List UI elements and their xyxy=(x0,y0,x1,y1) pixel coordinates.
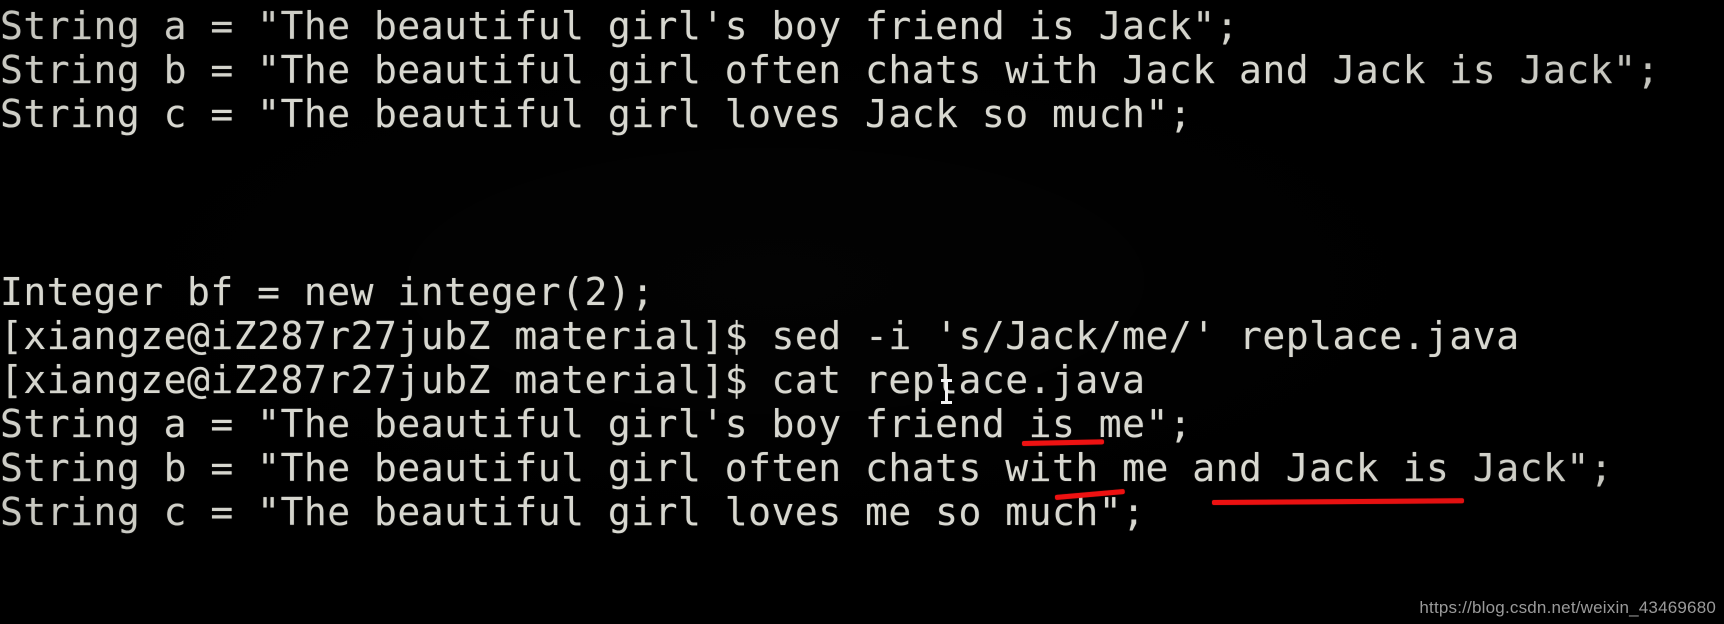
terminal-line-result-a: String a = "The beautiful girl's boy fri… xyxy=(0,402,1193,446)
watermark-url: https://blog.csdn.net/weixin_43469680 xyxy=(1419,598,1716,617)
terminal-line-sed-command: [xiangze@iZ287r27jubZ material]$ sed -i … xyxy=(0,314,1520,358)
terminal-line-integer-declaration: Integer bf = new integer(2); xyxy=(0,270,655,314)
underline-jack-is-jack-line-b-annotation xyxy=(1211,498,1465,505)
terminal-line-result-c: String c = "The beautiful girl loves me … xyxy=(0,490,1146,534)
terminal-window[interactable]: String a = "The beautiful girl's boy fri… xyxy=(0,0,1724,624)
terminal-line-original-a: String a = "The beautiful girl's boy fri… xyxy=(0,4,1240,48)
terminal-line-original-b: String b = "The beautiful girl often cha… xyxy=(0,48,1660,92)
terminal-line-result-b: String b = "The beautiful girl often cha… xyxy=(0,446,1614,490)
terminal-line-original-c: String c = "The beautiful girl loves Jac… xyxy=(0,92,1193,136)
terminal-line-cat-command: [xiangze@iZ287r27jubZ material]$ cat rep… xyxy=(0,358,1146,402)
